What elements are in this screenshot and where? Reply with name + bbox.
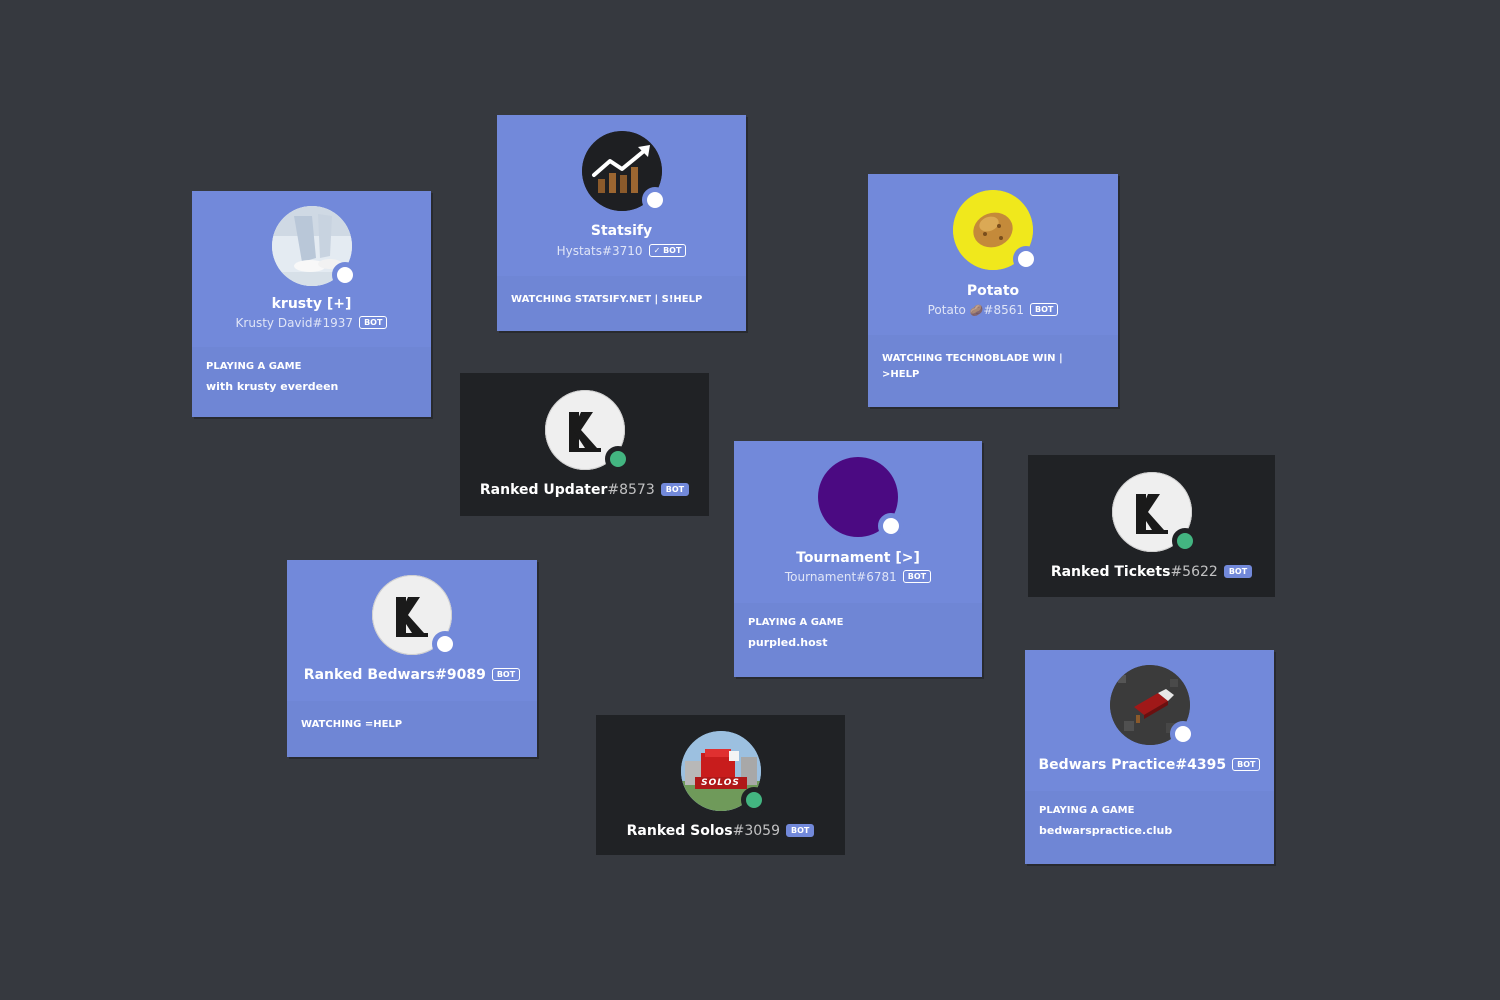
discriminator: #3059 — [732, 823, 780, 839]
activity-header: PLAYING A GAME — [206, 361, 302, 372]
username-row: Ranked Updater#8573 BOT — [460, 482, 709, 498]
username-row: Ranked Solos#3059 BOT — [596, 823, 845, 839]
status-dot-icon — [432, 631, 458, 657]
activity-section: PLAYING A GAME purpled.host — [734, 603, 982, 677]
discriminator: #4395 — [1175, 757, 1227, 773]
profile-card-ranked-solos[interactable]: SOLOS Ranked Solos#3059 BOT — [596, 715, 845, 855]
bot-badge: BOT — [491, 668, 521, 681]
activity-value: with krusty everdeen — [206, 380, 339, 393]
avatar[interactable] — [581, 131, 668, 213]
avatar[interactable]: SOLOS — [680, 731, 767, 813]
avatar[interactable] — [271, 206, 358, 288]
username-tag: Hystats#3710 ✓ BOT — [497, 244, 746, 258]
activity-header: WATCHING =HELP — [301, 719, 403, 730]
discriminator: #8561 — [983, 303, 1025, 317]
profile-card-ranked-updater[interactable]: Ranked Updater#8573 BOT — [460, 373, 709, 516]
bot-badge: BOT — [660, 483, 690, 496]
profile-card-bedwars-practice[interactable]: Bedwars Practice#4395 BOT PLAYING A GAME … — [1025, 650, 1274, 864]
activity-header: PLAYING A GAME — [748, 617, 844, 628]
bot-badge: BOT — [785, 824, 815, 837]
activity-header: PLAYING A GAME — [1039, 805, 1135, 816]
bot-badge: BOT — [902, 570, 932, 583]
online-status-icon — [604, 446, 631, 472]
username: Ranked Solos — [626, 823, 733, 839]
activity-value: purpled.host — [748, 636, 828, 649]
display-name: Potato — [966, 283, 1020, 299]
solos-avatar-text: SOLOS — [701, 778, 740, 788]
activity-section: WATCHING STATSIFY.NET | S!HELP — [497, 276, 746, 331]
discriminator: #9089 — [435, 667, 486, 683]
discriminator: #8573 — [607, 482, 655, 498]
bot-badge: BOT — [1030, 303, 1059, 316]
username-row: Ranked Bedwars#9089 BOT — [287, 667, 537, 683]
avatar[interactable] — [953, 190, 1039, 272]
profile-card-krusty[interactable]: krusty [+] Krusty David#1937 BOT PLAYING … — [192, 191, 431, 417]
display-name: Tournament [>] — [796, 550, 920, 566]
activity-section: WATCHING =HELP — [287, 701, 537, 757]
avatar[interactable] — [372, 575, 458, 657]
activity-section: WATCHING TECHNOBLADE WIN | >HELP — [868, 335, 1118, 407]
online-status-icon — [1171, 528, 1198, 554]
username: Ranked Tickets — [1050, 564, 1171, 580]
avatar[interactable] — [1109, 665, 1196, 747]
activity-section: PLAYING A GAME bedwarspractice.club — [1025, 791, 1274, 864]
username: Ranked Updater — [479, 482, 608, 498]
profile-card-potato[interactable]: Potato Potato 🥔#8561 BOT WATCHING TECHNOB… — [868, 174, 1118, 407]
username-tag: Tournament#6781 BOT — [734, 570, 982, 584]
avatar[interactable] — [1111, 472, 1198, 554]
username: Krusty David#1937 — [235, 316, 354, 330]
username-tag: Krusty David#1937 BOT — [192, 316, 431, 330]
verified-bot-badge: ✓ BOT — [648, 244, 687, 257]
status-dot-icon — [878, 513, 904, 539]
activity-header: WATCHING STATSIFY.NET | S!HELP — [511, 294, 703, 305]
activity-header: WATCHING TECHNOBLADE WIN | >HELP — [882, 353, 1063, 380]
username: Tournament#6781 — [784, 570, 897, 584]
status-dot-icon — [641, 187, 668, 213]
username: Hystats#3710 — [556, 244, 643, 258]
display-name: krusty [+] — [271, 296, 352, 312]
username: Ranked Bedwars — [303, 667, 436, 683]
username-row: Bedwars Practice#4395 BOT — [1025, 757, 1274, 773]
bot-badge: BOT — [359, 316, 388, 329]
avatar[interactable] — [544, 390, 631, 472]
username-row: Ranked Tickets#5622 BOT — [1028, 564, 1275, 580]
status-dot-icon — [1169, 721, 1196, 747]
username: Bedwars Practice — [1038, 757, 1176, 773]
display-name: Statsify — [590, 223, 653, 239]
discriminator: #5622 — [1170, 564, 1218, 580]
online-status-icon — [740, 787, 767, 813]
bot-badge: BOT — [1223, 565, 1253, 578]
username-tag: Potato 🥔#8561 BOT — [868, 303, 1118, 317]
potato-emoji: 🥔 — [969, 304, 984, 317]
status-dot-icon — [1013, 246, 1039, 272]
username: Potato — [927, 303, 966, 317]
profile-card-ranked-tickets[interactable]: Ranked Tickets#5622 BOT — [1028, 455, 1275, 597]
status-dot-icon — [331, 262, 358, 288]
activity-value: bedwarspractice.club — [1039, 824, 1173, 837]
bot-badge: BOT — [1232, 758, 1261, 771]
profile-card-tournament[interactable]: Tournament [>] Tournament#6781 BOT PLAYIN… — [734, 441, 982, 677]
profile-card-ranked-bedwars[interactable]: Ranked Bedwars#9089 BOT WATCHING =HELP — [287, 560, 537, 757]
avatar[interactable] — [818, 457, 904, 539]
activity-section: PLAYING A GAME with krusty everdeen — [192, 347, 431, 417]
profile-card-statsify[interactable]: Statsify Hystats#3710 ✓ BOT WATCHING STAT… — [497, 115, 746, 331]
